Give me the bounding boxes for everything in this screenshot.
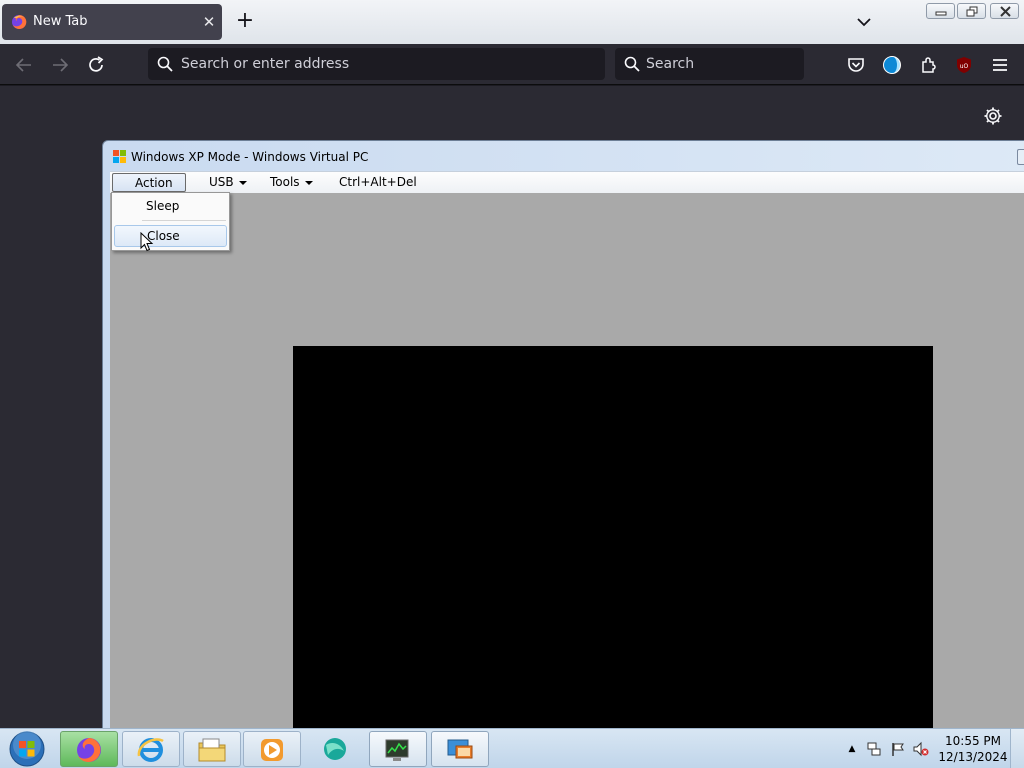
menu-item-sleep[interactable]: Sleep — [114, 196, 227, 218]
network-icon[interactable] — [866, 741, 882, 757]
tab-title: New Tab — [33, 14, 88, 29]
navigation-toolbar: uO — [0, 44, 1024, 85]
menu-item-sleep-label: Sleep — [146, 199, 180, 213]
taskbar-task-manager[interactable] — [369, 731, 427, 767]
clock-date: 12/13/2024 — [938, 750, 1008, 764]
virtual-pc-window: Windows XP Mode - Windows Virtual PC Act… — [102, 140, 1024, 746]
gear-icon[interactable] — [983, 106, 1003, 126]
clock-time: 10:55 PM — [945, 734, 1001, 748]
search-icon — [624, 56, 640, 72]
reload-icon[interactable] — [86, 55, 106, 75]
system-clock[interactable]: 10:55 PM 12/13/2024 — [930, 733, 1016, 765]
menu-action-label: Action — [135, 176, 173, 190]
virtual-pc-icon — [447, 739, 473, 759]
folder-icon — [198, 738, 226, 762]
menu-ctrl-alt-del[interactable]: Ctrl+Alt+Del — [339, 173, 417, 192]
pocket-icon[interactable] — [846, 55, 866, 75]
firefox-icon — [77, 738, 101, 762]
menu-tools[interactable]: Tools — [270, 173, 313, 192]
svg-text:uO: uO — [960, 63, 969, 70]
search-icon — [157, 56, 173, 72]
taskbar-media-player[interactable] — [243, 731, 301, 767]
taskbar-internet-explorer[interactable] — [122, 731, 180, 767]
firefox-icon — [12, 14, 27, 29]
vpc-menu-bar: Action USB Tools Ctrl+Alt+Del — [110, 171, 1024, 204]
browser-tab-strip: New Tab ✕ + — [0, 0, 1024, 44]
media-player-icon — [261, 739, 283, 761]
address-input[interactable] — [181, 48, 596, 80]
menu-item-close[interactable]: Close — [114, 225, 227, 247]
menu-usb-label: USB — [209, 175, 234, 189]
action-dropdown-menu: Sleep Close — [111, 192, 230, 251]
chevron-down-icon — [238, 180, 247, 185]
show-desktop-button[interactable] — [1010, 729, 1024, 768]
show-hidden-icons-chevron-icon[interactable]: ▲ — [844, 741, 860, 757]
address-bar[interactable] — [148, 48, 605, 80]
close-window-button[interactable] — [990, 3, 1019, 19]
volume-muted-icon[interactable] — [913, 741, 929, 757]
menu-ctrl-alt-del-label: Ctrl+Alt+Del — [339, 175, 417, 189]
maximize-window-button[interactable] — [1017, 149, 1024, 165]
search-input[interactable] — [646, 48, 796, 80]
restore-window-button[interactable] — [957, 3, 986, 19]
guest-display[interactable] — [293, 346, 933, 746]
hamburger-menu-icon[interactable] — [990, 55, 1010, 75]
ublock-origin-icon[interactable]: uO — [954, 55, 974, 75]
taskbar-virtual-pc[interactable] — [431, 731, 489, 767]
taskbar-explorer[interactable] — [183, 731, 241, 767]
menu-tools-label: Tools — [270, 175, 300, 189]
mouse-cursor-icon — [140, 232, 154, 252]
menu-separator — [142, 220, 226, 221]
taskbar: ▲ 10:55 PM 12/13/2024 — [0, 728, 1024, 768]
back-arrow-icon[interactable] — [14, 55, 34, 75]
new-tab-button[interactable]: + — [232, 9, 258, 35]
virtual-pc-icon — [113, 150, 126, 163]
action-center-flag-icon[interactable] — [890, 741, 906, 757]
minimize-window-button[interactable] — [926, 3, 955, 19]
menu-usb[interactable]: USB — [209, 173, 247, 192]
taskbar-firefox[interactable] — [60, 731, 118, 767]
search-bar[interactable] — [615, 48, 804, 80]
restore-icon — [966, 6, 978, 17]
chevron-down-icon — [304, 180, 313, 185]
account-avatar-icon[interactable] — [882, 55, 902, 75]
extensions-puzzle-icon[interactable] — [919, 55, 939, 75]
start-button-icon[interactable] — [6, 730, 48, 768]
menu-action[interactable]: Action — [112, 173, 186, 204]
close-tab-icon[interactable]: ✕ — [199, 12, 219, 32]
monitor-app-icon — [385, 739, 409, 761]
internet-explorer-icon — [137, 738, 164, 762]
virtual-machine-screen[interactable] — [110, 193, 1024, 746]
window-title: Windows XP Mode - Windows Virtual PC — [131, 150, 369, 164]
globe-app-icon — [324, 738, 346, 760]
taskbar-teal-app[interactable] — [307, 731, 365, 767]
minimize-icon — [935, 11, 947, 16]
forward-arrow-icon[interactable] — [50, 55, 70, 75]
list-all-tabs-icon[interactable] — [852, 12, 876, 32]
close-icon — [1000, 6, 1011, 17]
tab-new-tab[interactable]: New Tab ✕ — [2, 4, 222, 40]
